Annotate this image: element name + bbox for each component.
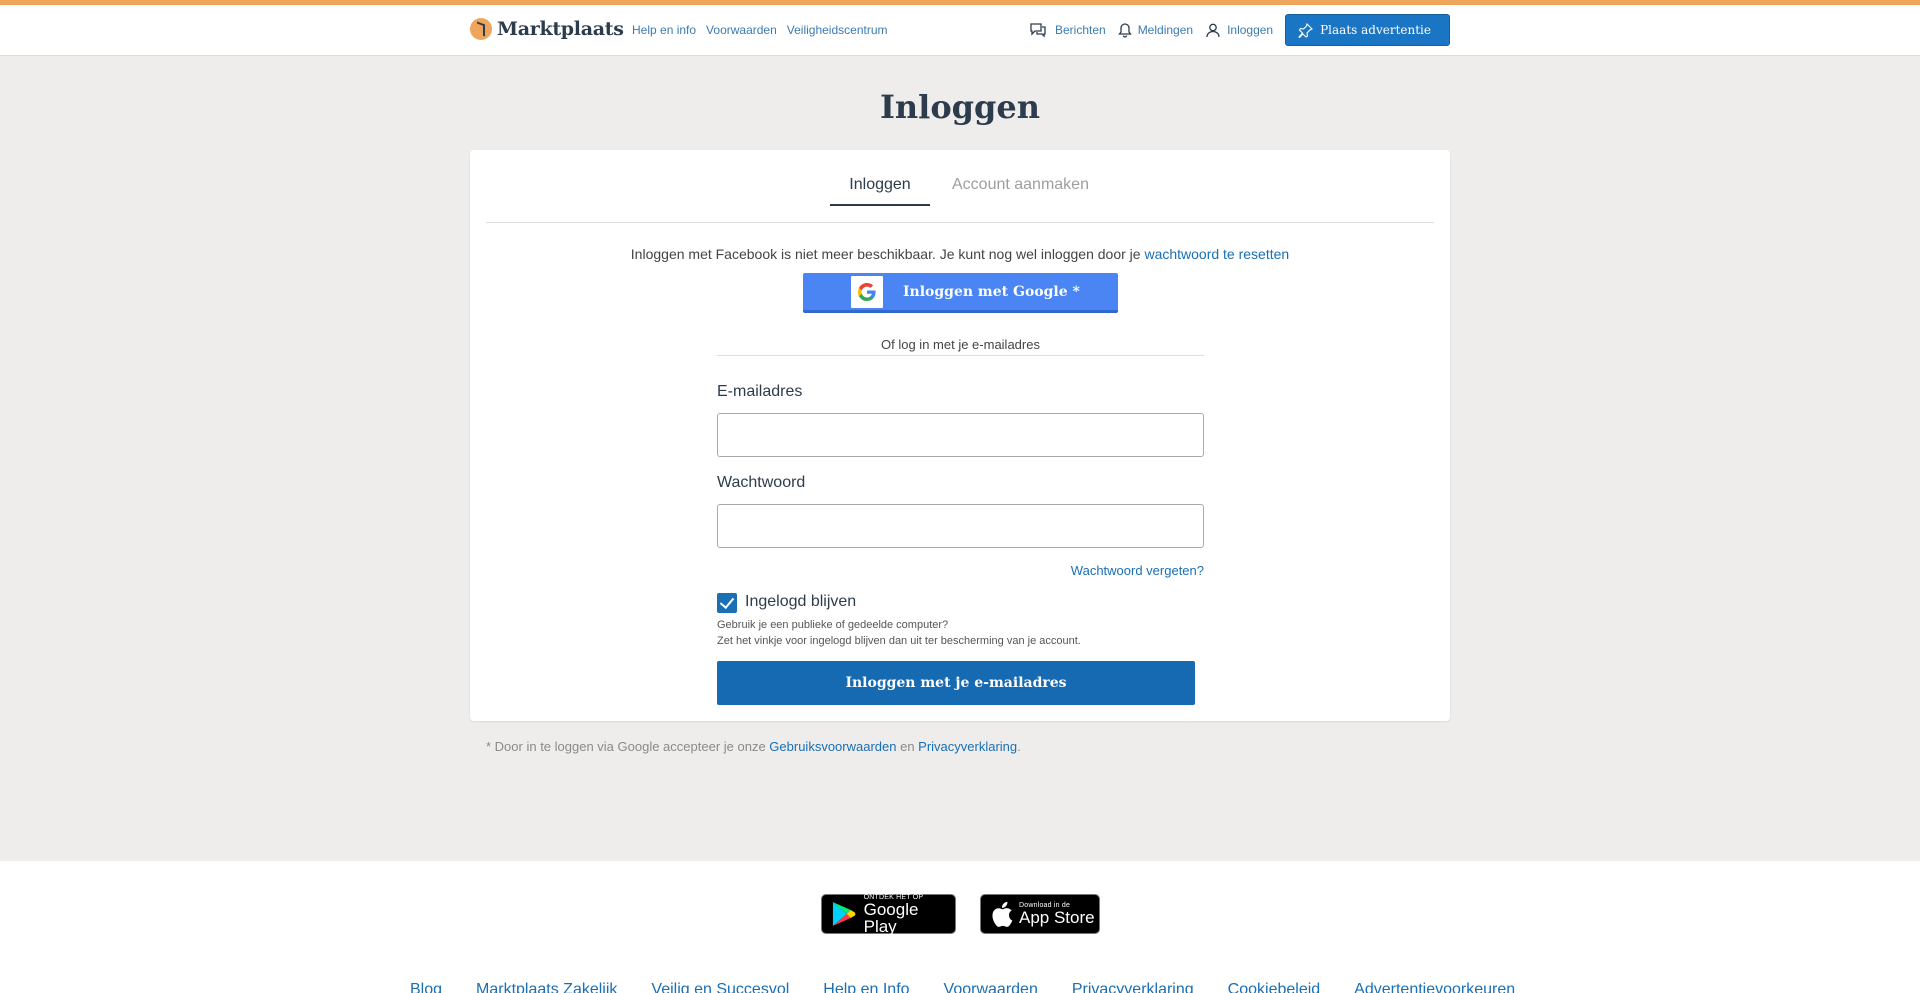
bell-icon (1117, 23, 1132, 38)
email-login-button[interactable]: Inloggen met je e-mailadres (717, 661, 1195, 705)
app-store-big-text: App Store (1019, 908, 1095, 927)
footer-link-blog[interactable]: Blog (410, 981, 442, 993)
page-title: Inloggen (879, 88, 1041, 126)
google-play-icon (832, 902, 856, 926)
forgot-password-link[interactable]: Wachtwoord vergeten? (1071, 563, 1204, 578)
marktplaats-logo-icon (470, 18, 492, 40)
brand-logo[interactable]: Marktplaats (470, 18, 624, 40)
apple-icon (992, 901, 1013, 927)
footer-link-privacy[interactable]: Privacyverklaring (1072, 981, 1194, 993)
terms-mid: en (896, 739, 919, 754)
shared-computer-hint: Gebruik je een publieke of gedeelde comp… (717, 619, 949, 631)
terms-link[interactable]: Voorwaarden (706, 23, 777, 37)
footer-link-ad-preferences[interactable]: Advertentievoorkeuren (1354, 981, 1515, 993)
terms-prefix: * Door in te loggen via Google accepteer… (486, 739, 770, 754)
google-login-label: Inloggen met Google * (903, 283, 1080, 300)
google-play-badge[interactable]: ONTDEK HET OP Google Play (821, 894, 956, 936)
place-ad-label: Plaats advertentie (1320, 23, 1431, 37)
tab-create-account[interactable]: Account aanmaken (952, 176, 1089, 194)
messages-label: Berichten (1054, 23, 1106, 37)
place-ad-button[interactable]: Plaats advertentie (1285, 14, 1450, 46)
reset-password-link[interactable]: wachtwoord te resetten (1144, 246, 1289, 262)
user-nav: Berichten Meldingen Inloggen Plaats adve… (1029, 14, 1450, 46)
login-tabs: Inloggen Account aanmaken (486, 150, 1434, 223)
google-logo-icon (851, 275, 883, 308)
site-header: Marktplaats Help en info Voorwaarden Vei… (0, 5, 1920, 56)
email-divider: Of log in met je e-mailadres (717, 337, 1204, 356)
google-login-button[interactable]: Inloggen met Google * (803, 273, 1118, 313)
remember-me-checkbox[interactable] (717, 593, 737, 613)
brand-name: Marktplaats (497, 18, 624, 40)
login-card: Inloggen Account aanmaken Inloggen met F… (470, 150, 1450, 721)
footer-link-safety[interactable]: Veilig en Succesvol (651, 981, 789, 993)
user-icon (1206, 23, 1220, 38)
terms-of-use-link[interactable]: Gebruiksvoorwaarden (769, 739, 896, 754)
safety-center-link[interactable]: Veiligheidscentrum (787, 23, 888, 37)
privacy-link[interactable]: Privacyverklaring (918, 739, 1017, 754)
footer-links: Blog Marktplaats Zakelijk Veilig en Succ… (410, 981, 1549, 993)
pin-icon (1298, 22, 1314, 38)
app-store-badge[interactable]: Download in de App Store (980, 894, 1100, 934)
login-nav[interactable]: Inloggen (1205, 22, 1273, 38)
facebook-notice-text: Inloggen met Facebook is niet meer besch… (630, 246, 1145, 262)
tab-login[interactable]: Inloggen (830, 176, 930, 206)
email-input[interactable] (717, 413, 1204, 457)
email-label: E-mailadres (717, 383, 803, 400)
site-footer: ONTDEK HET OP Google Play Download in de… (0, 861, 1920, 993)
notifications-label: Meldingen (1137, 23, 1194, 37)
footer-link-terms[interactable]: Voorwaarden (944, 981, 1038, 993)
messages-nav[interactable]: Berichten (1029, 22, 1106, 38)
facebook-notice: Inloggen met Facebook is niet meer besch… (470, 246, 1450, 262)
password-label: Wachtwoord (717, 474, 806, 491)
google-play-big-text: Google Play (863, 899, 919, 936)
google-terms-note: * Door in te loggen via Google accepteer… (486, 739, 1021, 754)
footer-link-business[interactable]: Marktplaats Zakelijk (476, 981, 617, 993)
remember-me-label[interactable]: Ingelogd blijven (745, 593, 856, 611)
chat-icon (1030, 23, 1046, 38)
header-links: Help en info Voorwaarden Veiligheidscent… (632, 23, 888, 37)
remember-me-hint: Zet het vinkje voor ingelogd blijven dan… (717, 635, 1081, 647)
login-label: Inloggen (1227, 23, 1274, 37)
notifications-nav[interactable]: Meldingen (1117, 22, 1194, 38)
footer-link-help[interactable]: Help en Info (823, 981, 909, 993)
help-link[interactable]: Help en info (632, 23, 696, 37)
footer-link-cookies[interactable]: Cookiebeleid (1228, 981, 1321, 993)
terms-suffix: . (1017, 739, 1021, 754)
password-input[interactable] (717, 504, 1204, 548)
